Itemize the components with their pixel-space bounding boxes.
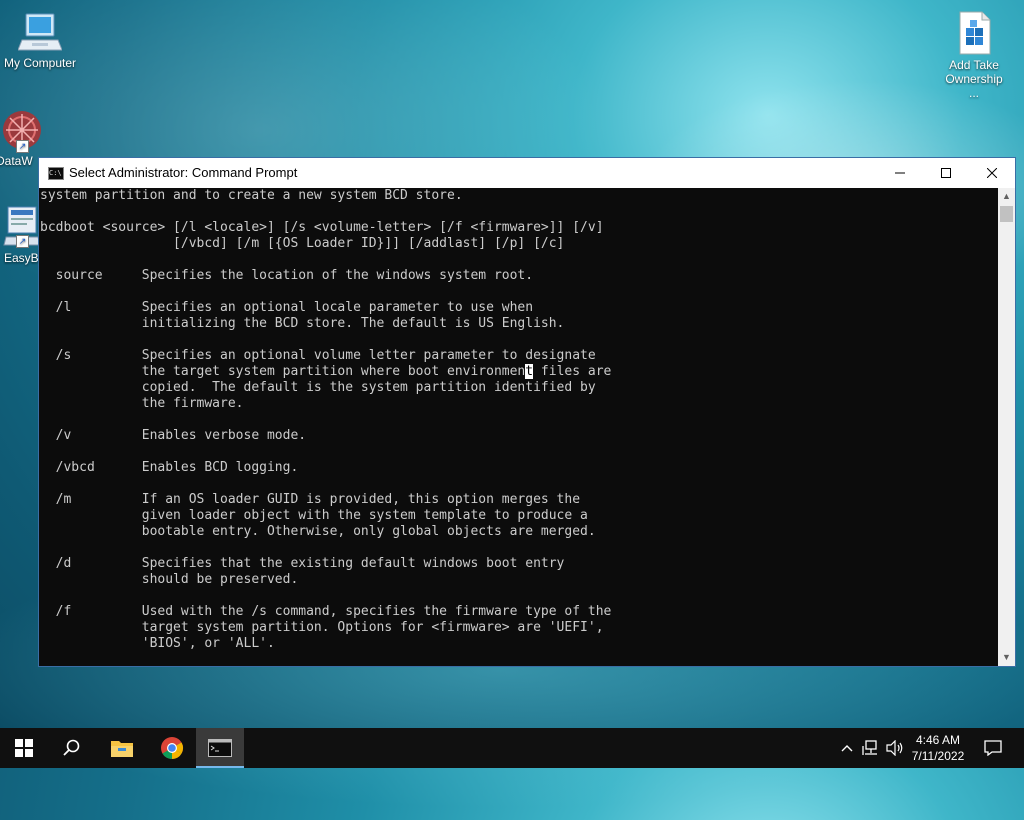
clock[interactable]: 4:46 AM 7/11/2022: [906, 732, 970, 764]
console-output[interactable]: system partition and to create a new sys…: [40, 188, 998, 666]
scroll-down-arrow-icon[interactable]: ▼: [998, 649, 1015, 666]
chrome-icon: [161, 737, 183, 759]
text-cursor: t: [525, 364, 534, 379]
clock-date: 7/11/2022: [911, 749, 965, 763]
chevron-up-icon: [841, 745, 853, 752]
maximize-icon: [941, 168, 951, 178]
network-tray-button[interactable]: [860, 728, 882, 768]
search-icon: [63, 739, 80, 756]
window-title: Select Administrator: Command Prompt: [69, 165, 298, 180]
file-explorer-button[interactable]: [98, 728, 146, 768]
search-button[interactable]: [48, 728, 96, 768]
command-prompt-taskbar-button[interactable]: [196, 728, 244, 768]
command-prompt-icon: C:\: [48, 167, 64, 180]
scrollbar-thumb[interactable]: [1000, 206, 1013, 222]
notifications-button[interactable]: [978, 728, 1008, 768]
windows-logo-icon: [15, 739, 33, 757]
start-button[interactable]: [0, 728, 48, 768]
taskbar: 4:46 AM 7/11/2022: [0, 728, 1024, 768]
vertical-scrollbar[interactable]: ▲ ▼: [998, 188, 1015, 666]
console-text: files are copied. The default is the sys…: [55, 364, 612, 651]
notification-icon: [984, 740, 1002, 756]
file-explorer-icon: [111, 741, 133, 757]
desktop-icon-label: My Computer: [3, 56, 77, 70]
clock-time: 4:46 AM: [915, 733, 961, 747]
network-icon: [862, 740, 877, 755]
show-hidden-icons-button[interactable]: [838, 728, 856, 768]
volume-tray-button[interactable]: [884, 728, 906, 768]
maximize-button[interactable]: [923, 158, 969, 188]
desktop-icon-label: Add Take Ownership ...: [945, 58, 1003, 100]
desktop-icon-add-take-ownership[interactable]: Add Take Ownership ...: [934, 10, 1014, 100]
shortcut-arrow-icon: ↗: [16, 235, 29, 248]
shortcut-arrow-icon: ↗: [16, 140, 29, 153]
close-button[interactable]: [969, 158, 1015, 188]
computer-icon: [18, 13, 62, 51]
close-icon: [987, 168, 997, 178]
chrome-button[interactable]: [148, 728, 196, 768]
command-prompt-window[interactable]: C:\ Select Administrator: Command Prompt…: [38, 157, 1016, 667]
speaker-icon: [886, 740, 903, 756]
registry-file-icon: [959, 11, 991, 55]
desktop-icon-my-computer[interactable]: My Computer: [0, 10, 80, 70]
command-prompt-icon: [208, 739, 232, 757]
scroll-up-arrow-icon[interactable]: ▲: [998, 188, 1015, 205]
console-text: system partition and to create a new sys…: [40, 188, 604, 379]
title-bar[interactable]: C:\ Select Administrator: Command Prompt: [39, 158, 1015, 188]
minimize-button[interactable]: [877, 158, 923, 188]
minimize-icon: [895, 172, 905, 174]
